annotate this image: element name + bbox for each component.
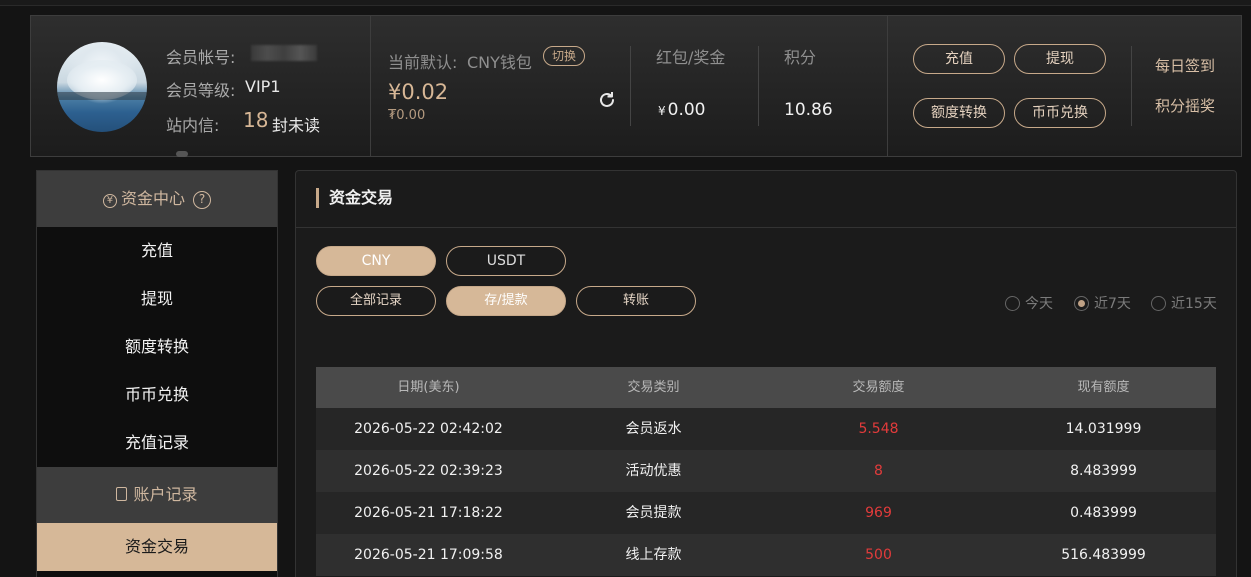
table-row: 2026-05-22 02:42:02 会员返水 5.548 14.031999 <box>316 408 1216 450</box>
fund-center-label: 资金中心 <box>120 189 185 208</box>
redpack-amount: 0.00 <box>667 100 706 120</box>
filter-deposit-withdraw[interactable]: 存/提款 <box>446 286 566 316</box>
cell-amount: 969 <box>865 505 892 521</box>
filter-transfer[interactable]: 转账 <box>576 286 696 316</box>
redpack-currency: ¥ <box>658 104 666 118</box>
sidebar-item-exchange[interactable]: 币币兑换 <box>37 371 277 419</box>
exchange-button[interactable]: 币币兑换 <box>1014 98 1106 128</box>
wallet-name: CNY钱包 <box>467 53 532 72</box>
account-label: 会员帐号: <box>166 48 236 67</box>
page-title: 资金交易 <box>316 188 393 208</box>
cell-balance: 0.483999 <box>1070 505 1137 521</box>
level-label: 会员等级: <box>166 81 236 100</box>
top-bar <box>0 0 1251 6</box>
sidebar-item-deposit-records[interactable]: 充值记录 <box>37 419 277 467</box>
help-icon[interactable]: ? <box>193 191 211 209</box>
cell-amount: 5.548 <box>858 421 899 437</box>
deposit-button[interactable]: 充值 <box>913 44 1005 74</box>
daily-signin-link[interactable]: 每日签到 <box>1155 55 1215 76</box>
account-header: 会员帐号: 会员等级: VIP1 站内信: 18 封未读 当前默认: CNY钱包… <box>30 15 1242 157</box>
cell-amount: 8 <box>874 463 883 479</box>
sidebar-item-fund-transactions[interactable]: 资金交易 <box>37 523 277 571</box>
divider <box>887 16 888 156</box>
col-balance: 现有额度 <box>1077 380 1130 395</box>
filter-all-records[interactable]: 全部记录 <box>316 286 436 316</box>
range-7days[interactable]: 近7天 <box>1074 293 1131 313</box>
table-header: 日期(美东) 交易类别 交易额度 现有额度 <box>316 367 1216 408</box>
main-panel: 资金交易 CNY USDT 全部记录 存/提款 转账 今天 近7天 近15天 日… <box>295 170 1237 577</box>
points-lottery-link[interactable]: 积分摇奖 <box>1155 95 1215 116</box>
divider <box>370 16 371 156</box>
table-row: 2026-05-21 17:09:58 线上存款 500 516.483999 <box>316 534 1216 576</box>
cell-type: 线上存款 <box>625 547 682 563</box>
divider <box>1131 46 1132 126</box>
range-15days-label: 近15天 <box>1171 296 1217 312</box>
divider <box>630 46 631 126</box>
cell-balance: 516.483999 <box>1061 547 1146 563</box>
tab-cny[interactable]: CNY <box>316 246 436 276</box>
radio-today[interactable] <box>1005 296 1020 311</box>
col-type: 交易类别 <box>627 380 680 395</box>
withdraw-button[interactable]: 提现 <box>1014 44 1106 74</box>
table-row: 2026-05-21 17:18:22 会员提款 969 0.483999 <box>316 492 1216 534</box>
col-date: 日期(美东) <box>397 380 460 395</box>
cell-date: 2026-05-22 02:39:23 <box>354 463 503 479</box>
sidebar: ¥ 资金中心? 充值 提现 额度转换 币币兑换 充值记录 账户记录 资金交易 <box>36 170 278 577</box>
tab-usdt[interactable]: USDT <box>446 246 566 276</box>
fund-center-heading[interactable]: ¥ 资金中心? <box>37 171 277 227</box>
cell-date: 2026-05-21 17:09:58 <box>354 547 503 563</box>
range-15days[interactable]: 近15天 <box>1151 293 1217 313</box>
cell-date: 2026-05-22 02:42:02 <box>354 421 503 437</box>
radio-7days[interactable] <box>1074 296 1089 311</box>
inbox-label: 站内信: <box>166 116 220 135</box>
range-today[interactable]: 今天 <box>1005 293 1053 313</box>
level-value: VIP1 <box>245 77 281 96</box>
divider <box>758 46 759 126</box>
cell-balance: 8.483999 <box>1070 463 1137 479</box>
cell-date: 2026-05-21 17:18:22 <box>354 505 503 521</box>
avatar[interactable] <box>57 42 147 132</box>
divider <box>296 227 1236 228</box>
refresh-icon[interactable] <box>597 90 617 110</box>
table-body: 2026-05-22 02:42:02 会员返水 5.548 14.031999… <box>316 408 1216 576</box>
cell-type: 活动优惠 <box>625 463 682 479</box>
points-value: 10.86 <box>784 100 833 120</box>
sidebar-item-withdraw[interactable]: 提现 <box>37 275 277 323</box>
yen-icon: ¥ <box>102 194 117 208</box>
switch-wallet-button[interactable]: 切换 <box>543 46 585 66</box>
cell-type: 会员提款 <box>625 505 682 521</box>
inbox-count[interactable]: 18 <box>243 108 268 132</box>
range-today-label: 今天 <box>1025 296 1053 312</box>
sidebar-item-deposit[interactable]: 充值 <box>37 227 277 275</box>
avatar-shore <box>57 92 147 100</box>
inbox-suffix[interactable]: 封未读 <box>272 112 320 136</box>
cell-amount: 500 <box>865 547 892 563</box>
wallet-label: 当前默认: <box>388 53 458 72</box>
range-7days-label: 近7天 <box>1094 296 1131 312</box>
balance-main: ¥0.02 <box>388 80 449 104</box>
cell-balance: 14.031999 <box>1065 421 1142 437</box>
account-records-label: 账户记录 <box>133 485 198 504</box>
balance-sub: ₮0.00 <box>388 108 426 123</box>
document-icon <box>116 487 128 501</box>
transactions-table: 日期(美东) 交易类别 交易额度 现有额度 2026-05-22 02:42:0… <box>316 367 1216 576</box>
redpack-value: ¥0.00 <box>658 100 706 120</box>
cell-type: 会员返水 <box>625 421 682 437</box>
transfer-button[interactable]: 额度转换 <box>913 98 1005 128</box>
points-label: 积分 <box>784 48 817 67</box>
sidebar-item-transfer[interactable]: 额度转换 <box>37 323 277 371</box>
header-pin <box>176 151 188 157</box>
table-row: 2026-05-22 02:39:23 活动优惠 8 8.483999 <box>316 450 1216 492</box>
radio-15days[interactable] <box>1151 296 1166 311</box>
redpack-label: 红包/奖金 <box>656 48 726 67</box>
masked-account-value <box>251 45 317 61</box>
account-records-heading[interactable]: 账户记录 <box>37 467 277 523</box>
col-amount: 交易额度 <box>852 380 905 395</box>
